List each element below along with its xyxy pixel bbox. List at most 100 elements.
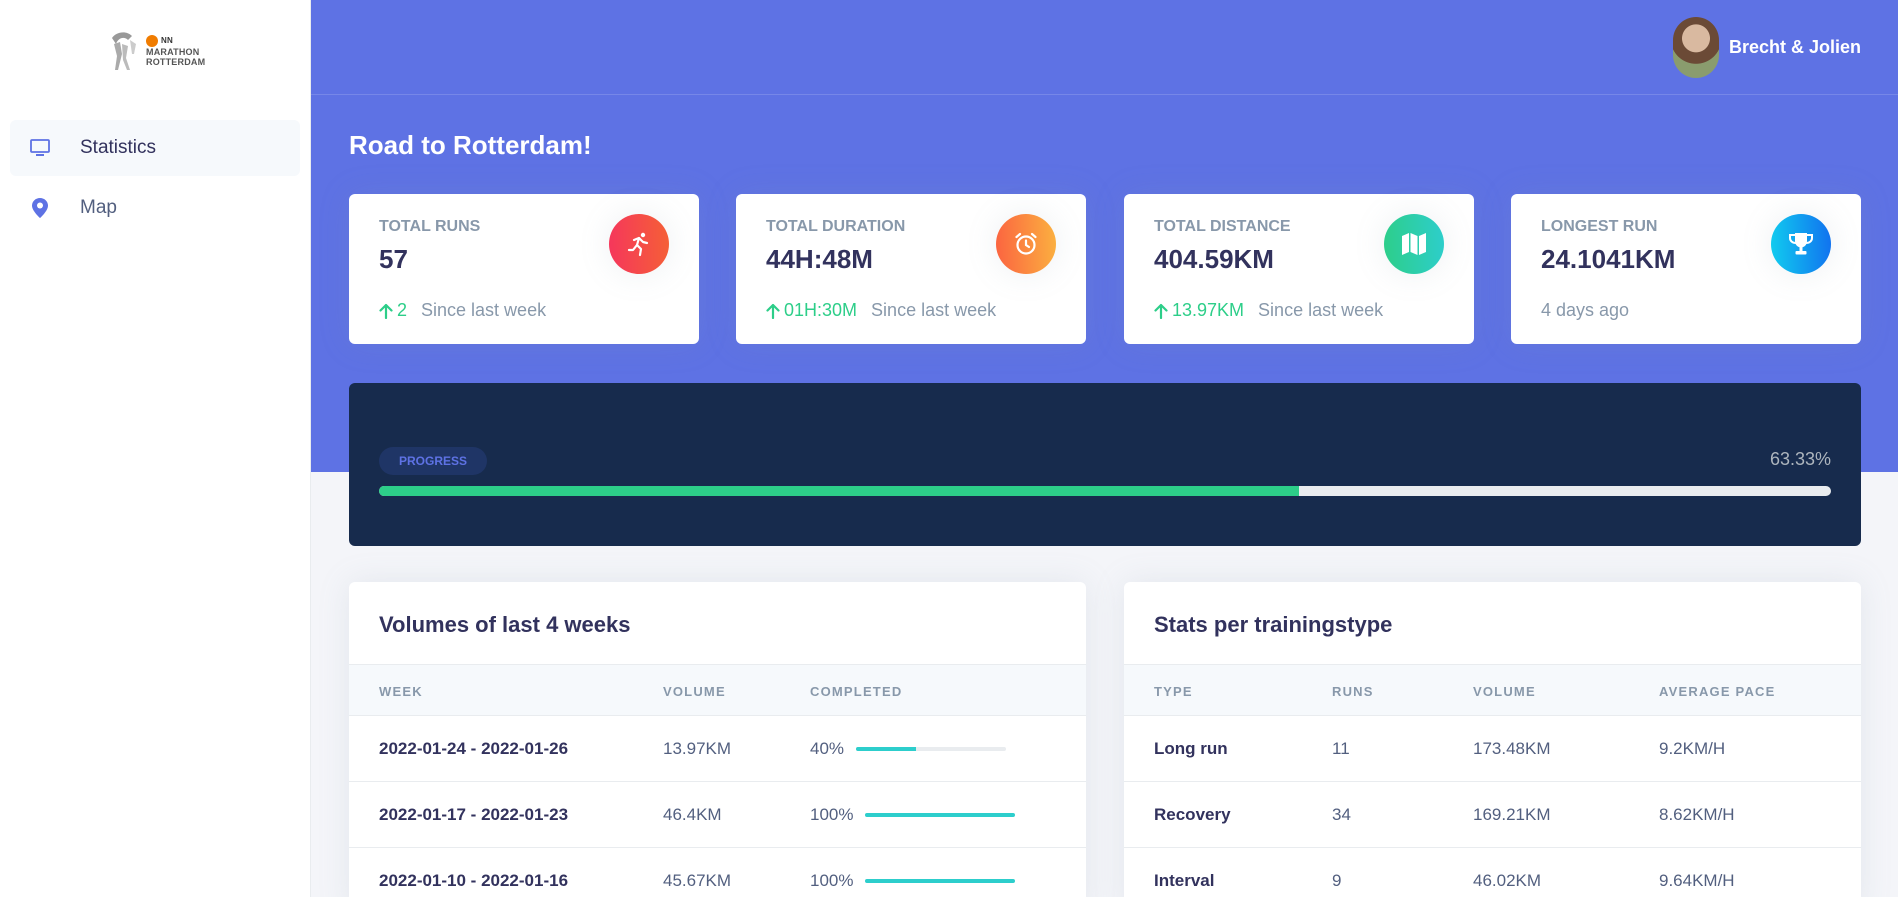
stat-card-total-distance: Total distance 404.59KM 13.97KM Since la… xyxy=(1124,194,1474,344)
completed-bar-fill xyxy=(856,747,917,751)
stat-card-total-duration: Total duration 44H:48M 01H:30M Since las… xyxy=(736,194,1086,344)
map-pin-icon xyxy=(28,196,52,220)
stat-delta: 2 xyxy=(379,300,407,321)
completed-bar-fill xyxy=(865,879,1016,883)
stat-footer: 13.97KM Since last week xyxy=(1154,300,1383,321)
runs-cell: 11 xyxy=(1332,739,1350,758)
map-icon xyxy=(1384,214,1444,274)
table-row: 2022-01-17 - 2022-01-23 46.4KM 100% xyxy=(349,782,1086,848)
column-header-week[interactable]: Week xyxy=(379,665,423,717)
volume-cell: 45.67KM xyxy=(663,871,732,890)
stat-value: 57 xyxy=(379,244,408,274)
completed-cell: 100% xyxy=(810,782,1016,848)
arrow-up-icon xyxy=(1154,303,1168,319)
completed-bar xyxy=(865,813,1016,817)
stat-since: 4 days ago xyxy=(1541,300,1630,320)
page-title: Road to Rotterdam! xyxy=(349,130,592,160)
user-name: Brecht & Jolien xyxy=(1728,37,1861,57)
completed-bar xyxy=(865,879,1016,883)
runner-logo-icon xyxy=(112,32,136,70)
volume-cell: 46.02KM xyxy=(1473,871,1542,890)
marathon-logo[interactable]: NN MARATHON ROTTERDAM xyxy=(106,28,206,74)
column-header-completed[interactable]: Completed xyxy=(810,665,902,717)
pace-cell: 9.2KM/H xyxy=(1659,739,1726,758)
progress-badge: PROGRESS xyxy=(379,447,488,475)
completed-percent: 40% xyxy=(810,739,845,758)
progress-bar-fill xyxy=(379,486,1299,496)
running-icon xyxy=(609,214,669,274)
runs-cell: 9 xyxy=(1332,871,1342,890)
runs-cell: 34 xyxy=(1332,805,1351,824)
week-cell: 2022-01-24 - 2022-01-26 xyxy=(379,739,569,758)
stat-since: Since last week xyxy=(1258,300,1384,320)
table-row: Recovery 34 169.21KM 8.62KM/H xyxy=(1124,782,1861,848)
table-header: Type Runs Volume Average pace xyxy=(1124,664,1861,716)
table-row: Interval 9 46.02KM 9.64KM/H xyxy=(1124,848,1861,897)
completed-bar xyxy=(856,747,1007,751)
completed-cell: 100% xyxy=(810,848,1016,897)
user-menu[interactable]: Brecht & Jolien xyxy=(1672,17,1861,78)
training-type-panel: Stats per trainingstype Type Runs Volume… xyxy=(1124,582,1861,897)
pace-cell: 9.64KM/H xyxy=(1659,871,1735,890)
volume-cell: 46.4KM xyxy=(663,805,722,824)
table-row: Long run 11 173.48KM 9.2KM/H xyxy=(1124,716,1861,782)
volume-cell: 173.48KM xyxy=(1473,739,1551,758)
type-cell: Recovery xyxy=(1154,805,1231,824)
sidebar-item-map[interactable]: Map xyxy=(10,180,300,236)
week-cell: 2022-01-17 - 2022-01-23 xyxy=(379,805,569,824)
avatar xyxy=(1672,17,1719,78)
type-cell: Interval xyxy=(1154,871,1215,890)
stat-card-longest-run: Longest run 24.1041KM 4 days ago xyxy=(1511,194,1861,344)
arrow-up-icon xyxy=(766,303,780,319)
week-cell: 2022-01-10 - 2022-01-16 xyxy=(379,871,569,890)
pace-cell: 8.62KM/H xyxy=(1659,805,1735,824)
volumes-panel: Volumes of last 4 weeks Week Volume Comp… xyxy=(349,582,1086,897)
stat-footer: 01H:30M Since last week xyxy=(766,300,996,321)
sidebar: NN MARATHON ROTTERDAM Statistics Map xyxy=(0,0,311,897)
table-row: 2022-01-24 - 2022-01-26 13.97KM 40% xyxy=(349,716,1086,782)
stat-footer: 4 days ago xyxy=(1541,300,1629,321)
column-header-average-pace[interactable]: Average pace xyxy=(1659,665,1776,717)
stat-value: 24.1041KM xyxy=(1541,244,1676,274)
completed-percent: 100% xyxy=(810,805,854,824)
column-header-runs[interactable]: Runs xyxy=(1332,665,1374,717)
monitor-icon xyxy=(28,136,52,160)
volume-cell: 169.21KM xyxy=(1473,805,1551,824)
stat-since: Since last week xyxy=(871,300,997,320)
volume-cell: 13.97KM xyxy=(663,739,732,758)
trophy-icon xyxy=(1771,214,1831,274)
stat-delta: 13.97KM xyxy=(1154,300,1244,321)
sidebar-item-label: Map xyxy=(80,197,117,218)
stat-label: Total runs xyxy=(379,218,481,235)
stat-since: Since last week xyxy=(421,300,547,320)
column-header-type[interactable]: Type xyxy=(1154,665,1193,717)
table-header: Week Volume Completed xyxy=(349,664,1086,716)
stat-card-total-runs: Total runs 57 2 Since last week xyxy=(349,194,699,344)
training-title: Stats per trainingstype xyxy=(1154,612,1393,637)
stat-footer: 2 Since last week xyxy=(379,300,546,321)
logo-text: NN MARATHON ROTTERDAM xyxy=(146,35,206,67)
completed-cell: 40% xyxy=(810,716,1007,782)
arrow-up-icon xyxy=(379,303,393,319)
sidebar-nav: Statistics Map xyxy=(10,120,300,240)
stat-label: Total distance xyxy=(1154,218,1291,235)
nn-lion-icon xyxy=(146,35,158,47)
alarm-clock-icon xyxy=(996,214,1056,274)
completed-bar-fill xyxy=(865,813,1016,817)
sidebar-item-statistics[interactable]: Statistics xyxy=(10,120,300,176)
column-header-volume[interactable]: Volume xyxy=(663,665,726,717)
table-row: 2022-01-10 - 2022-01-16 45.67KM 100% xyxy=(349,848,1086,897)
top-navbar: Brecht & Jolien xyxy=(311,0,1898,95)
stat-label: Total duration xyxy=(766,218,906,235)
stat-label: Longest run xyxy=(1541,218,1658,235)
stat-delta: 01H:30M xyxy=(766,300,857,321)
type-cell: Long run xyxy=(1154,739,1228,758)
progress-panel: PROGRESS 63.33% xyxy=(349,383,1861,546)
stat-value: 404.59KM xyxy=(1154,244,1274,274)
sidebar-item-label: Statistics xyxy=(80,137,157,158)
column-header-volume[interactable]: Volume xyxy=(1473,665,1536,717)
stat-value: 44H:48M xyxy=(766,244,873,274)
progress-bar xyxy=(379,486,1831,496)
volumes-title: Volumes of last 4 weeks xyxy=(379,612,631,637)
completed-percent: 100% xyxy=(810,871,854,890)
